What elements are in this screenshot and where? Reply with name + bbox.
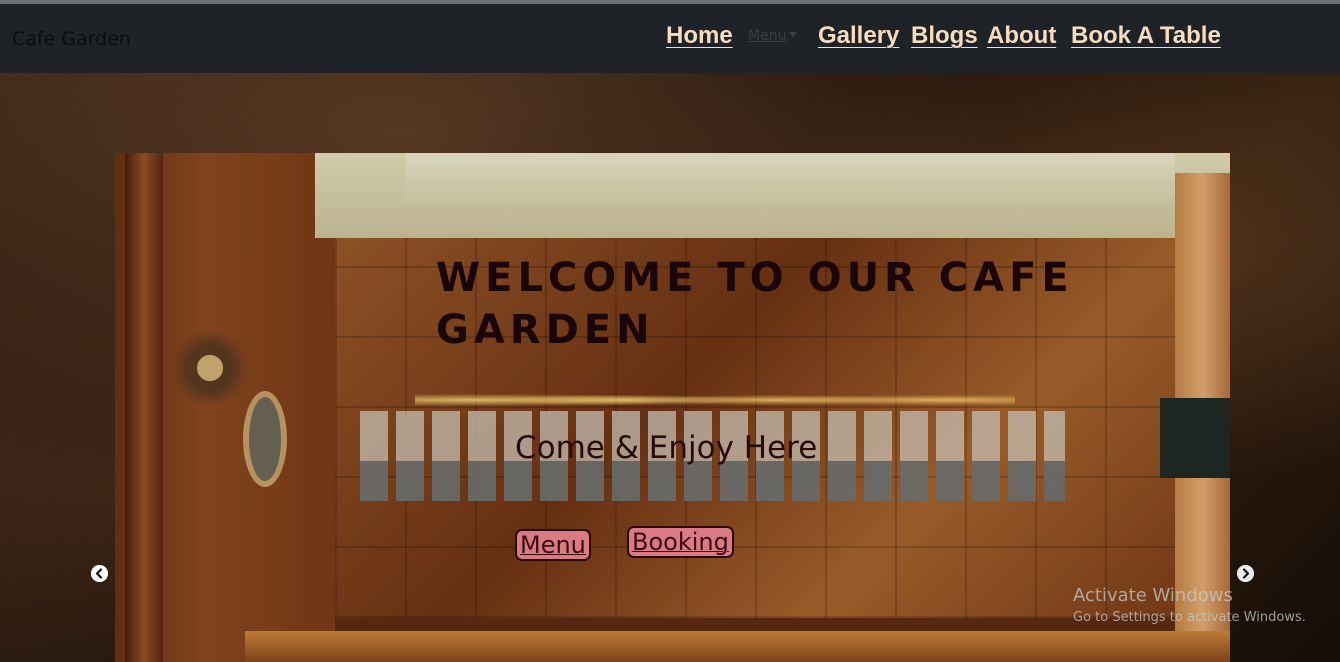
nav-blogs-link[interactable]: Blogs — [911, 22, 978, 50]
activate-windows-subtitle: Go to Settings to activate Windows. — [1073, 610, 1306, 625]
hero-section — [0, 73, 1340, 662]
carousel-heading: WELCOME TO OUR CAFE GARDEN — [436, 255, 1074, 353]
carousel-slide-image — [115, 153, 1230, 662]
nav-home-link[interactable]: Home — [666, 22, 733, 50]
carousel-prev-button[interactable] — [91, 565, 108, 582]
brand-link[interactable]: Cafe Garden — [12, 28, 131, 50]
carousel-next-button[interactable] — [1237, 565, 1254, 582]
menu-button[interactable]: Menu — [515, 529, 591, 561]
carousel-subheading: Come & Enjoy Here — [515, 430, 818, 466]
caret-down-icon — [789, 32, 798, 37]
chevron-left-icon — [91, 565, 108, 582]
navbar: Cafe Garden Home Menu Gallery Blogs Abou… — [0, 4, 1340, 73]
activate-windows-title: Activate Windows — [1073, 585, 1233, 606]
slide-overlay — [115, 153, 1230, 662]
nav-book-table-link[interactable]: Book A Table — [1071, 22, 1221, 50]
nav-about-link[interactable]: About — [987, 22, 1056, 50]
chevron-right-icon — [1237, 565, 1254, 582]
nav-menu-dropdown[interactable]: Menu — [748, 28, 798, 44]
booking-button[interactable]: Booking — [627, 526, 734, 558]
nav-menu-label: Menu — [748, 28, 787, 44]
nav-gallery-link[interactable]: Gallery — [818, 22, 899, 50]
